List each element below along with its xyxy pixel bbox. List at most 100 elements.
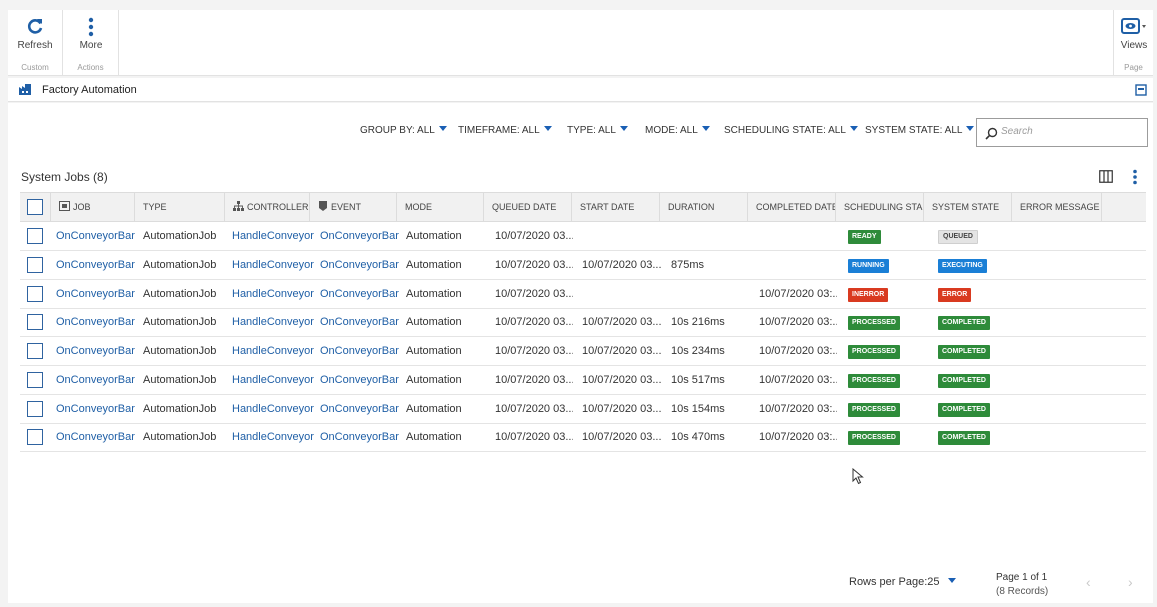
column-header-type[interactable]: TYPE [135,193,225,221]
cell-start-date: 10/07/2020 03... [582,345,662,357]
column-header-queued-date[interactable]: QUEUED DATE [484,193,572,221]
column-header-scheduling-state[interactable]: SCHEDULING STA... [836,193,924,221]
cell-controller[interactable]: HandleConveyor [232,308,318,336]
filter-type[interactable]: TYPE: ALL [567,125,628,136]
row-checkbox[interactable] [27,343,43,359]
column-header-system-state[interactable]: SYSTEM STATE [924,193,1012,221]
filter-timeframe[interactable]: TIMEFRAME: ALL [458,125,552,136]
cell-event[interactable]: OnConveyorBar [320,366,404,394]
column-header-mode[interactable]: MODE [397,193,484,221]
row-checkbox[interactable] [27,285,43,302]
cell-event[interactable]: OnConveyorBar [320,337,404,365]
row-checkbox[interactable] [27,429,43,446]
ribbon-group-custom: Refresh Custom [8,10,63,76]
cell-event[interactable]: OnConveyorBar [320,222,404,250]
table-row[interactable]: OnConveyorBar AutomationJob HandleConveyor… [20,308,1146,338]
row-checkbox[interactable] [27,228,43,244]
cell-mode: Automation [406,431,462,444]
column-header-scheduling-state-label: SCHEDULING STA... [844,202,924,212]
scheduling-state-badge: RUNNING [848,258,889,273]
table-row[interactable]: OnConveyorBar AutomationJob HandleConveyor… [20,337,1146,366]
column-header-start-date[interactable]: START DATE [572,193,660,221]
cell-controller[interactable]: HandleConveyor [232,423,318,451]
column-header-error-message[interactable]: ERROR MESSAGE [1012,193,1102,221]
cell-duration: 10s 154ms [671,402,725,415]
cell-controller[interactable]: HandleConveyor [232,395,318,423]
event-icon [318,201,331,212]
cell-mode: Automation [406,316,462,329]
column-header-completed-date[interactable]: COMPLETED DATE [748,193,836,221]
cell-job[interactable]: OnConveyorBar [56,366,138,394]
cell-job[interactable]: OnConveyorBar [56,337,138,365]
search-input[interactable] [1001,126,1141,137]
column-header-event-label: EVENT [331,202,362,212]
cell-job[interactable]: OnConveyorBar [56,423,138,451]
refresh-button[interactable]: Refresh [13,14,57,56]
cell-event[interactable]: OnConveyorBar [320,251,404,279]
cell-event[interactable]: OnConveyorBar [320,395,404,423]
cell-event[interactable]: OnConveyorBar [320,280,404,308]
row-checkbox[interactable] [27,400,43,417]
row-checkbox[interactable] [27,314,43,331]
column-chooser-icon[interactable] [1099,170,1113,186]
filter-system-state[interactable]: SYSTEM STATE: ALL [865,125,975,136]
column-header-error-message-label: ERROR MESSAGE [1020,202,1100,212]
rows-per-page-label: Rows per Page:25 [849,576,940,588]
column-header-event[interactable]: EVENT [310,193,397,221]
cell-job[interactable]: OnConveyorBar [56,280,138,308]
column-header-duration-label: DURATION [668,202,715,212]
cell-controller[interactable]: HandleConveyor [232,280,318,308]
table-row[interactable]: OnConveyorBar AutomationJob HandleConveyor… [20,222,1146,251]
table-row[interactable]: OnConveyorBar AutomationJob HandleConveyor… [20,423,1146,453]
row-checkbox[interactable] [27,256,43,273]
caret-down-icon [947,578,956,583]
cell-error-message [1020,395,1100,423]
cell-job[interactable]: OnConveyorBar [56,251,138,279]
ribbon: Refresh Custom More Actions Views Page [8,10,1153,76]
table-row[interactable]: OnConveyorBar AutomationJob HandleConveyor… [20,251,1146,280]
chevron-left-icon[interactable]: ‹ [1086,574,1091,590]
table-row[interactable]: OnConveyorBar AutomationJob HandleConveyor… [20,366,1146,395]
system-state-badge: COMPLETED [938,345,990,359]
cell-controller[interactable]: HandleConveyor [232,366,318,394]
search-box[interactable] [976,118,1148,147]
select-all-checkbox[interactable] [27,199,43,215]
cell-job[interactable]: OnConveyorBar [56,222,138,250]
table-row[interactable]: OnConveyorBar AutomationJob HandleConveyor… [20,395,1146,424]
kebab-menu-icon[interactable] [1132,169,1138,188]
filter-group-by[interactable]: GROUP BY: ALL [360,125,447,136]
cell-job[interactable]: OnConveyorBar [56,308,138,336]
filter-mode[interactable]: MODE: ALL [645,125,710,136]
cell-job[interactable]: OnConveyorBar [56,395,138,423]
panel-toggle-icon[interactable] [1135,84,1147,99]
cell-duration [671,222,751,250]
cell-error-message [1020,423,1100,451]
views-button[interactable]: Views [1114,14,1154,56]
table-row[interactable]: OnConveyorBar AutomationJob HandleConveyor… [20,280,1146,309]
cell-event[interactable]: OnConveyorBar [320,308,404,336]
row-checkbox[interactable] [27,371,43,388]
rows-per-page-select[interactable]: Rows per Page:25 [849,576,956,588]
chevron-right-icon[interactable]: › [1128,574,1133,590]
page-title: Factory Automation [42,84,137,96]
more-button[interactable]: More [69,14,113,56]
cell-controller[interactable]: HandleConveyor [232,337,318,365]
cell-start-date: 10/07/2020 03... [582,258,662,271]
scheduling-state-badge: INERROR [848,287,889,302]
group-label-custom: Custom [21,63,49,72]
cell-controller[interactable]: HandleConveyor [232,251,318,279]
column-header-job[interactable]: JOB [50,193,135,221]
system-state-badge: COMPLETED [938,373,990,388]
mouse-cursor-icon [852,467,864,488]
filter-scheduling-state[interactable]: SCHEDULING STATE: ALL [724,125,858,136]
column-header-duration[interactable]: DURATION [660,193,748,221]
column-header-mode-label: MODE [405,202,432,212]
more-vertical-icon [69,16,113,38]
caret-down-icon [966,126,975,131]
column-header-controller[interactable]: CONTROLLER [225,193,310,221]
table-header: JOB TYPE CONTROLLER EVENT MODE QUEUED DA… [20,192,1146,222]
cell-type: AutomationJob [143,373,217,386]
column-header-queued-date-label: QUEUED DATE [492,202,557,212]
cell-event[interactable]: OnConveyorBar [320,423,404,451]
cell-controller[interactable]: HandleConveyor [232,222,318,250]
